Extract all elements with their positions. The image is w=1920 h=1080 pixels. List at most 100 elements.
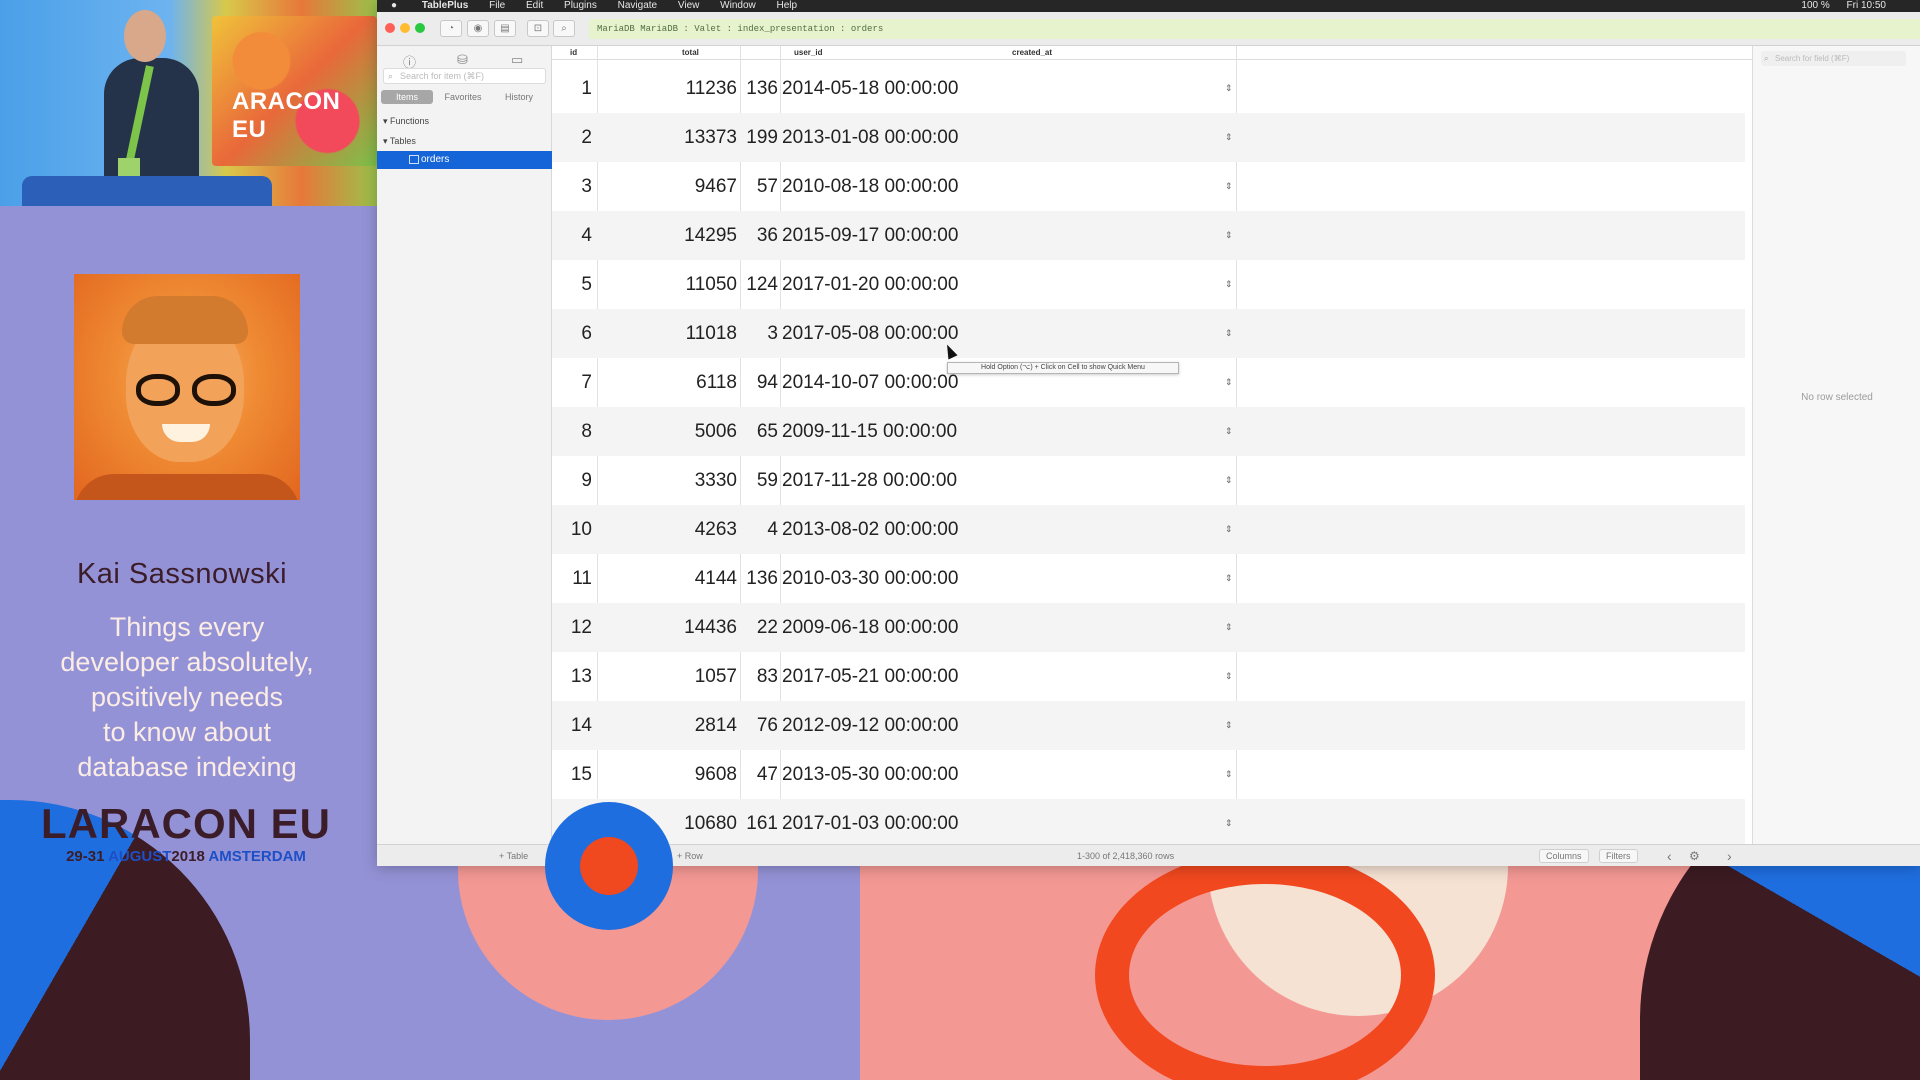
- date-stepper-icon[interactable]: ⇕: [1225, 701, 1233, 750]
- sidebar-structure-icon[interactable]: ▭: [511, 52, 523, 68]
- table-row[interactable]: 12 14436 22 2009-06-18 00:00:00 ⇕: [552, 603, 1745, 652]
- settings-icon[interactable]: ⚙: [1689, 845, 1700, 866]
- table-row[interactable]: 9 3330 59 2017-11-28 00:00:00 ⇕: [552, 456, 1745, 505]
- menu-navigate[interactable]: Navigate: [618, 0, 657, 12]
- lock-icon[interactable]: ⊡: [527, 20, 549, 37]
- cell-total[interactable]: 11236: [602, 64, 737, 113]
- field-search-input[interactable]: ⌕ Search for field (⌘F): [1761, 51, 1906, 66]
- cell-id[interactable]: 6: [552, 309, 592, 358]
- cell-total[interactable]: 6118: [602, 358, 737, 407]
- column-header-user-id[interactable]: user_id: [794, 46, 822, 60]
- date-stepper-icon[interactable]: ⇕: [1225, 358, 1233, 407]
- cell-id[interactable]: 2: [552, 113, 592, 162]
- menu-window[interactable]: Window: [720, 0, 756, 12]
- date-stepper-icon[interactable]: ⇕: [1225, 652, 1233, 701]
- menu-app[interactable]: TablePlus: [422, 0, 469, 12]
- minimize-window-button[interactable]: [400, 23, 410, 33]
- menu-file[interactable]: File: [489, 0, 505, 12]
- add-table-button[interactable]: + Table: [499, 845, 528, 866]
- table-row[interactable]: 11 4144 136 2010-03-30 00:00:00 ⇕: [552, 554, 1745, 603]
- search-icon[interactable]: ⌕: [553, 20, 575, 37]
- cell-created-at[interactable]: 2017-05-08 00:00:00: [782, 309, 1032, 358]
- cell-total[interactable]: 5006: [602, 407, 737, 456]
- table-row[interactable]: 4 14295 36 2015-09-17 00:00:00 ⇕: [552, 211, 1745, 260]
- cell-user-id[interactable]: 94: [742, 358, 778, 407]
- sql-icon[interactable]: ▤: [494, 20, 516, 37]
- menu-edit[interactable]: Edit: [526, 0, 543, 12]
- cell-user-id[interactable]: 4: [742, 505, 778, 554]
- next-page-button[interactable]: ›: [1727, 845, 1732, 866]
- cell-user-id[interactable]: 136: [742, 64, 778, 113]
- sidebar-group-functions[interactable]: ▾ Functions: [383, 116, 429, 127]
- tab-history[interactable]: History: [493, 90, 545, 104]
- cell-id[interactable]: 5: [552, 260, 592, 309]
- date-stepper-icon[interactable]: ⇕: [1225, 554, 1233, 603]
- cell-id[interactable]: 4: [552, 211, 592, 260]
- cell-created-at[interactable]: 2013-01-08 00:00:00: [782, 113, 1032, 162]
- cell-created-at[interactable]: 2017-05-21 00:00:00: [782, 652, 1032, 701]
- cell-id[interactable]: 8: [552, 407, 592, 456]
- date-stepper-icon[interactable]: ⇕: [1225, 309, 1233, 358]
- cell-user-id[interactable]: 124: [742, 260, 778, 309]
- date-stepper-icon[interactable]: ⇕: [1225, 456, 1233, 505]
- menu-plugins[interactable]: Plugins: [564, 0, 597, 12]
- cell-id[interactable]: 7: [552, 358, 592, 407]
- sidebar-search-input[interactable]: ⌕ Search for item (⌘F): [383, 68, 546, 84]
- connection-breadcrumb[interactable]: MariaDB MariaDB : Valet : index_presenta…: [589, 19, 1920, 39]
- table-row[interactable]: 16106801612017-01-03 00:00:00⇕: [552, 799, 1745, 848]
- menubar-clock[interactable]: Fri 10:50: [1847, 0, 1886, 11]
- date-stepper-icon[interactable]: ⇕: [1225, 407, 1233, 456]
- columns-button[interactable]: Columns: [1539, 849, 1589, 863]
- table-row[interactable]: 1 11236 136 2014-05-18 00:00:00 ⇕: [552, 64, 1745, 113]
- cell-user-id[interactable]: 76: [742, 701, 778, 750]
- cell-total[interactable]: 2814: [602, 701, 737, 750]
- cell-user-id[interactable]: 136: [742, 554, 778, 603]
- cell-total[interactable]: 3330: [602, 456, 737, 505]
- cell-id[interactable]: 14: [552, 701, 592, 750]
- cell-total[interactable]: 11050: [602, 260, 737, 309]
- cell-id[interactable]: 12: [552, 603, 592, 652]
- apple-icon[interactable]: ●: [391, 0, 397, 12]
- cell-total[interactable]: 14295: [602, 211, 737, 260]
- sidebar-group-tables[interactable]: ▾ Tables: [383, 136, 416, 147]
- tab-favorites[interactable]: Favorites: [437, 90, 489, 104]
- cell-total[interactable]: 9608: [602, 750, 737, 799]
- column-header-id[interactable]: id: [570, 46, 577, 60]
- cell-created-at[interactable]: 2013-05-30 00:00:00: [782, 750, 1032, 799]
- cell-user-id[interactable]: 199: [742, 113, 778, 162]
- cell-created-at[interactable]: 2017-11-28 00:00:00: [782, 456, 1032, 505]
- cell-id[interactable]: 10: [552, 505, 592, 554]
- cell-created-at[interactable]: 2009-11-15 00:00:00: [782, 407, 1032, 456]
- cell-user-id[interactable]: 59: [742, 456, 778, 505]
- cell-created-at[interactable]: 2017-01-20 00:00:00: [782, 260, 1032, 309]
- cell-user-id[interactable]: 83: [742, 652, 778, 701]
- table-row[interactable]: 2 13373 199 2013-01-08 00:00:00 ⇕: [552, 113, 1745, 162]
- add-row-button[interactable]: + Row: [677, 845, 703, 866]
- table-row[interactable]: 5 11050 124 2017-01-20 00:00:00 ⇕: [552, 260, 1745, 309]
- table-row[interactable]: 13 1057 83 2017-05-21 00:00:00 ⇕: [552, 652, 1745, 701]
- cell-user-id[interactable]: 36: [742, 211, 778, 260]
- cell-created-at[interactable]: 2012-09-12 00:00:00: [782, 701, 1032, 750]
- cell-total[interactable]: 13373: [602, 113, 737, 162]
- table-row[interactable]: 15 9608 47 2013-05-30 00:00:00 ⇕: [552, 750, 1745, 799]
- date-stepper-icon[interactable]: ⇕: [1225, 260, 1233, 309]
- date-stepper-icon[interactable]: ⇕: [1225, 750, 1233, 799]
- cell-total[interactable]: 4144: [602, 554, 737, 603]
- cell-created-at[interactable]: 2015-09-17 00:00:00: [782, 211, 1032, 260]
- cell-user-id[interactable]: 47: [742, 750, 778, 799]
- battery-status[interactable]: 100 %: [1801, 0, 1829, 11]
- table-row[interactable]: 3 9467 57 2010-08-18 00:00:00 ⇕: [552, 162, 1745, 211]
- menu-view[interactable]: View: [678, 0, 700, 12]
- cell-created-at[interactable]: 2010-08-18 00:00:00: [782, 162, 1032, 211]
- cell-user-id[interactable]: 22: [742, 603, 778, 652]
- table-row[interactable]: 6 11018 3 2017-05-08 00:00:00 ⇕: [552, 309, 1745, 358]
- cell-created-at[interactable]: 2017-01-03 00:00:00: [782, 799, 1032, 848]
- cell-id[interactable]: 1: [552, 64, 592, 113]
- cell-total[interactable]: 11018: [602, 309, 737, 358]
- date-stepper-icon[interactable]: ⇕: [1225, 64, 1233, 113]
- cell-total[interactable]: 14436: [602, 603, 737, 652]
- column-header-total[interactable]: total: [682, 46, 699, 60]
- sidebar-database-icon[interactable]: ⛁: [457, 52, 468, 68]
- connection-icon[interactable]: ◔: [440, 20, 462, 37]
- table-row[interactable]: 8 5006 65 2009-11-15 00:00:00 ⇕: [552, 407, 1745, 456]
